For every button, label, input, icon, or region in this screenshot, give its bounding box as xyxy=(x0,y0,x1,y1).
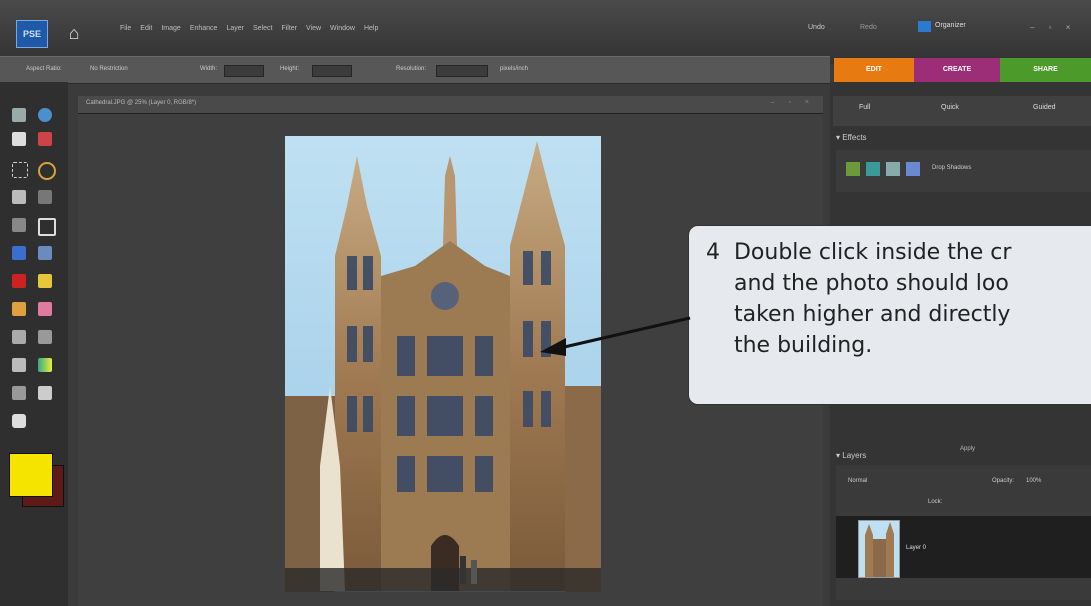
photoshop-elements-window: PSE ⌂ File Edit Image Enhance Layer Sele… xyxy=(0,0,1091,606)
callout-arrow-icon xyxy=(540,316,691,356)
